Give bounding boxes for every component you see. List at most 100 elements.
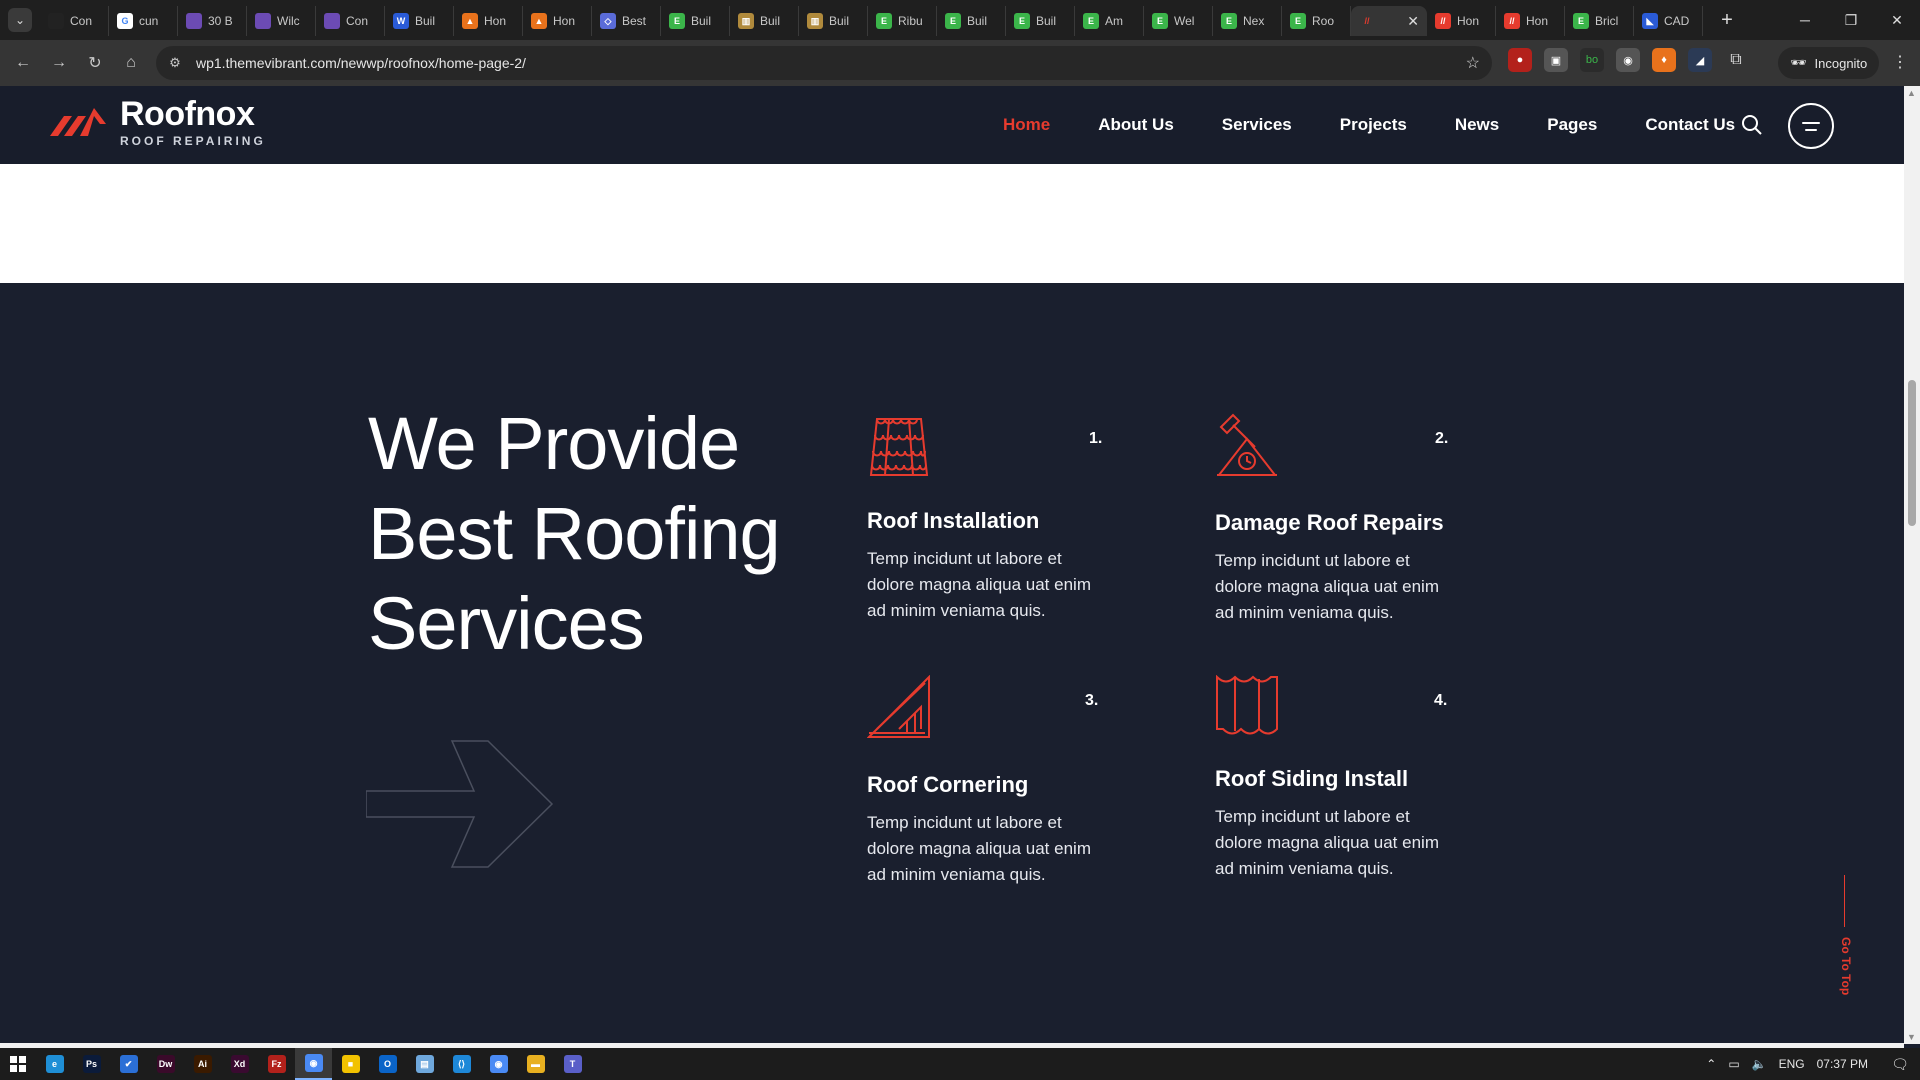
nav-services[interactable]: Services <box>1222 115 1292 135</box>
browser-tab[interactable]: Wilc <box>247 6 316 36</box>
white-spacer-section <box>0 164 1904 283</box>
search-icon[interactable] <box>1741 114 1763 136</box>
taskbar-app-photoshop[interactable]: Ps <box>73 1048 110 1080</box>
extension-grey-icon[interactable]: ▣ <box>1544 48 1568 72</box>
browser-tab[interactable]: ▥ Buil <box>730 6 799 36</box>
taskbar-app-xd[interactable]: Xd <box>221 1048 258 1080</box>
site-logo[interactable]: Roofnox ROOF REPAIRING <box>50 96 266 148</box>
home-button[interactable]: ⌂ <box>114 46 148 80</box>
tray-overflow-icon[interactable]: ⌃ <box>1706 1057 1716 1071</box>
service-title[interactable]: Roof Cornering <box>867 772 1127 798</box>
tab-search-button[interactable]: ⌄ <box>8 8 32 32</box>
extension-orange-icon[interactable]: ♦ <box>1652 48 1676 72</box>
taskbar-app-chrome-2[interactable]: ◉ <box>480 1048 517 1080</box>
taskbar-app-edge[interactable]: e <box>36 1048 73 1080</box>
minimize-button[interactable]: ─ <box>1782 0 1828 40</box>
browser-tab[interactable]: ◣ CAD <box>1634 6 1703 36</box>
tab-title: Am <box>1105 14 1123 28</box>
browser-tab[interactable]: ◇ Best <box>592 6 661 36</box>
browser-tab[interactable]: 30 B <box>178 6 247 36</box>
start-button[interactable] <box>0 1048 36 1080</box>
notepad-icon: ▤ <box>415 1055 434 1073</box>
browser-tab-strip: ⌄ Con Gcun 30 B Wilc Con W Buil ▲ Hon ▲ Hon ◇ Best E B… <box>0 0 1920 40</box>
service-title[interactable]: Roof Installation <box>867 508 1127 534</box>
site-info-icon[interactable]: ⚙ <box>162 55 188 71</box>
service-title[interactable]: Roof Siding Install <box>1215 766 1475 792</box>
nav-projects[interactable]: Projects <box>1340 115 1407 135</box>
go-to-top-button[interactable]: Go To Top <box>1835 875 1855 1005</box>
nav-about-us[interactable]: About Us <box>1098 115 1174 135</box>
service-card-roof-siding-install[interactable]: 4. Roof Siding Install Temp incidunt ut … <box>1215 674 1475 882</box>
camera-extension-icon[interactable]: ◉ <box>1616 48 1640 72</box>
browser-tab[interactable]: Con <box>316 6 385 36</box>
extension-red-icon[interactable]: ● <box>1508 48 1532 72</box>
bookmark-star-icon[interactable]: ☆ <box>1466 53 1480 73</box>
scrollbar-thumb[interactable] <box>1908 380 1916 526</box>
service-description: Temp incidunt ut labore et dolore magna … <box>867 813 1091 884</box>
network-icon[interactable]: ▭ <box>1728 1057 1739 1071</box>
url-text[interactable]: wp1.themevibrant.com/newwp/roofnox/home-… <box>196 55 526 71</box>
browser-tab[interactable]: Gcun <box>109 6 178 36</box>
scroll-down-icon[interactable]: ▼ <box>1907 1032 1916 1042</box>
nav-contact-us[interactable]: Contact Us <box>1645 115 1735 135</box>
go-to-top-label[interactable]: Go To Top <box>1839 937 1853 1007</box>
incognito-indicator[interactable]: 🕶 Incognito <box>1778 47 1880 79</box>
scroll-up-icon[interactable]: ▲ <box>1907 88 1916 98</box>
taskbar-app-sticky-notes[interactable]: ■ <box>332 1048 369 1080</box>
service-card-roof-cornering[interactable]: 3. Roof Cornering Temp incidunt ut labor… <box>866 674 1127 888</box>
taskbar-app-teams[interactable]: T <box>554 1048 591 1080</box>
taskbar-app-file-explorer[interactable]: ▬ <box>517 1048 554 1080</box>
taskbar-app-chrome[interactable]: ◉ <box>295 1048 332 1080</box>
back-button[interactable]: ← <box>6 46 40 80</box>
vertical-scrollbar[interactable]: ▲ ▼ <box>1904 86 1920 1044</box>
browser-tab[interactable]: ▥ Buil <box>799 6 868 36</box>
browser-tab[interactable]: E Bricl <box>1565 6 1634 36</box>
taskbar-app-notepad[interactable]: ▤ <box>406 1048 443 1080</box>
browser-tab[interactable]: ▲ Hon <box>454 6 523 36</box>
taskbar-app-dreamweaver[interactable]: Dw <box>147 1048 184 1080</box>
taskbar-app-todo[interactable]: ✔ <box>110 1048 147 1080</box>
browser-tab[interactable]: // Hon <box>1496 6 1565 36</box>
browser-tab-active[interactable]: // ✕ <box>1351 6 1427 36</box>
browser-tab[interactable]: ▲ Hon <box>523 6 592 36</box>
browser-tab[interactable]: E Buil <box>661 6 730 36</box>
browser-menu-icon[interactable]: ⋮ <box>1892 52 1908 72</box>
extension-blue-icon[interactable]: ◢ <box>1688 48 1712 72</box>
clock[interactable]: 07:37 PM <box>1817 1057 1868 1071</box>
language-indicator[interactable]: ENG <box>1779 1057 1805 1071</box>
reload-button[interactable]: ↻ <box>78 46 112 80</box>
nav-home[interactable]: Home <box>1003 115 1050 135</box>
forward-button[interactable]: → <box>42 46 76 80</box>
extension-green-icon[interactable]: bo <box>1580 48 1604 72</box>
taskbar-app-illustrator[interactable]: Ai <box>184 1048 221 1080</box>
service-card-damage-roof-repairs[interactable]: 2. Damage Roof Repairs Temp incidunt ut … <box>1215 413 1475 626</box>
extensions-puzzle-icon[interactable]: ⧉ <box>1724 48 1748 72</box>
browser-tab[interactable]: W Buil <box>385 6 454 36</box>
nav-pages[interactable]: Pages <box>1547 115 1597 135</box>
taskbar-app-filezilla[interactable]: Fz <box>258 1048 295 1080</box>
restore-button[interactable]: ❐ <box>1828 0 1874 40</box>
browser-tab[interactable]: E Roo <box>1282 6 1351 36</box>
service-title[interactable]: Damage Roof Repairs <box>1215 510 1475 536</box>
taskbar-app-vscode[interactable]: ⟨⟩ <box>443 1048 480 1080</box>
new-tab-button[interactable]: + <box>1713 9 1741 32</box>
volume-icon[interactable]: 🔈 <box>1752 1057 1767 1071</box>
nav-news[interactable]: News <box>1455 115 1499 135</box>
browser-tab[interactable]: E Am <box>1075 6 1144 36</box>
close-tab-icon[interactable]: ✕ <box>1407 13 1419 30</box>
address-bar[interactable]: ⚙ wp1.themevibrant.com/newwp/roofnox/hom… <box>156 46 1492 80</box>
browser-tab[interactable]: E Nex <box>1213 6 1282 36</box>
service-card-roof-installation[interactable]: 1. Roof Installation Temp incidunt ut la… <box>867 413 1127 624</box>
browser-tab[interactable]: // Hon <box>1427 6 1496 36</box>
notification-icon[interactable]: 🗨 <box>1880 1056 1920 1073</box>
browser-tab[interactable]: E Ribu <box>868 6 937 36</box>
browser-tab[interactable]: E Buil <box>937 6 1006 36</box>
close-window-button[interactable]: ✕ <box>1874 0 1920 40</box>
taskbar-app-outlook[interactable]: O <box>369 1048 406 1080</box>
browser-tab[interactable]: E Wel <box>1144 6 1213 36</box>
headline-line-1: We Provide <box>368 402 740 485</box>
browser-tab[interactable]: Con <box>40 6 109 36</box>
outlook-icon: O <box>378 1055 397 1073</box>
menu-toggle-button[interactable] <box>1788 103 1834 149</box>
browser-tab[interactable]: E Buil <box>1006 6 1075 36</box>
